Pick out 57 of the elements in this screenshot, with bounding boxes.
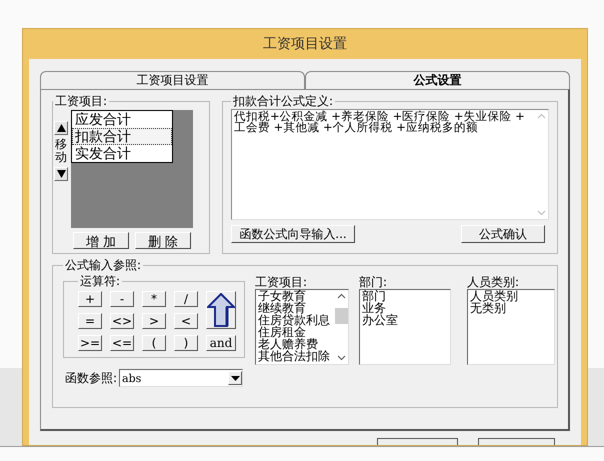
function-dropdown[interactable]: abs — [119, 369, 244, 387]
list-label: 部门: — [359, 276, 388, 289]
scroll-down-icon[interactable] — [336, 355, 346, 361]
operator-button[interactable]: <= — [110, 335, 134, 351]
operator-button[interactable]: ) — [174, 335, 198, 351]
up-triangle-icon — [56, 124, 66, 132]
group-label: 扣款合计公式定义: — [232, 94, 334, 108]
move-down-button[interactable] — [54, 167, 68, 182]
operator-button[interactable]: < — [174, 313, 198, 329]
list-label: 人员类别: — [467, 276, 520, 289]
up-arrow-icon — [207, 293, 235, 327]
list-item[interactable]: 部门 — [362, 290, 450, 302]
operator-button[interactable]: = — [78, 313, 102, 329]
scroll-up-icon[interactable] — [336, 293, 346, 299]
operator-button[interactable]: * — [142, 291, 166, 307]
move-label: 移动 — [55, 138, 67, 164]
list-item[interactable]: 业务 — [362, 302, 450, 314]
move-up-button[interactable] — [54, 121, 68, 135]
operator-button[interactable]: >= — [78, 335, 102, 351]
list-item[interactable]: 办公室 — [362, 314, 450, 326]
window-title: 工资项目设置 — [263, 35, 347, 53]
confirm-formula-button[interactable]: 公式确认 — [461, 225, 545, 243]
function-label: 函数参照: — [65, 370, 118, 386]
list-item[interactable]: 扣款合计 — [72, 128, 172, 145]
group-label: 工资项目: — [54, 94, 108, 108]
operator-button[interactable]: - — [110, 291, 134, 307]
operator-button[interactable]: <> — [110, 313, 134, 329]
list-item[interactable]: 继续教育 — [258, 302, 334, 314]
group-label: 公式输入参照: — [64, 258, 142, 272]
operator-button[interactable]: / — [174, 291, 198, 307]
group-label: 运算符: — [79, 274, 122, 288]
tab[interactable]: 工资项目设置 — [40, 71, 305, 89]
list-item[interactable]: 住房贷款利息 — [258, 314, 334, 326]
wizard-button[interactable]: 函数公式向导输入... — [231, 225, 355, 243]
dropdown-icon — [230, 376, 240, 380]
list-button[interactable]: 删 除 — [135, 232, 191, 249]
list-item[interactable]: 其他合法扣除 — [258, 350, 334, 362]
list-item[interactable]: 应发合计 — [72, 111, 172, 128]
operator-button[interactable]: ( — [142, 335, 166, 351]
list-label: 工资项目: — [255, 276, 308, 289]
tab[interactable]: 公式设置 — [305, 71, 570, 89]
list-item[interactable]: 人员类别 — [470, 290, 554, 302]
operator-button[interactable]: and — [206, 335, 236, 351]
dialog-button[interactable] — [478, 438, 555, 445]
down-triangle-icon — [56, 170, 66, 178]
list-button[interactable]: 增 加 — [73, 232, 129, 249]
list-item[interactable]: 老人赡养费 — [258, 338, 334, 350]
scroll-thumb[interactable] — [334, 308, 348, 324]
operator-button[interactable]: > — [142, 313, 166, 329]
list-item[interactable]: 无类别 — [470, 302, 554, 314]
formula-line: 代扣税+公积金减 +养老保险 +医疗保险 +失业保险 + — [234, 111, 526, 122]
formula-line: 工会费 +其他减 +个人所得税 +应纳税多的额 — [234, 122, 478, 133]
operator-button[interactable]: + — [78, 291, 102, 307]
list-item[interactable]: 住房租金 — [258, 326, 334, 338]
dialog-button[interactable] — [377, 438, 458, 445]
list-item[interactable]: 实发合计 — [72, 145, 172, 162]
insert-button[interactable] — [206, 291, 236, 329]
